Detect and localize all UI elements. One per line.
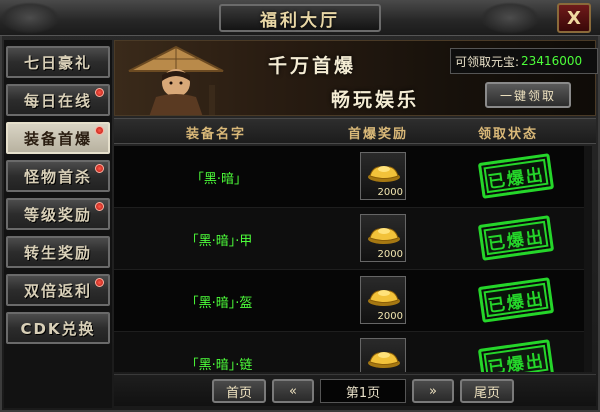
sidebar-item-label: CDK兑换 (20, 319, 96, 338)
sidebar-item-label: 双倍返利 (23, 281, 92, 300)
notification-dot-icon (95, 278, 104, 287)
close-button[interactable]: X (557, 3, 591, 33)
status-stamp: 已爆出 (477, 215, 555, 261)
table-row: 「黑·暗」·链 2000 已爆出 (114, 332, 592, 372)
warrior-portrait-icon (128, 45, 224, 115)
status-stamp: 已爆出 (477, 153, 555, 199)
gold-ingot-icon (368, 352, 400, 368)
reward-amount: 2000 (377, 311, 403, 322)
banner-slogan-2: 畅玩娱乐 (331, 89, 420, 111)
equipment-name: 「黑·暗」 (190, 172, 248, 187)
equipment-name: 「黑·暗」·链 (185, 358, 253, 372)
dragon-ornament-left-icon (0, 2, 60, 34)
reward-slot[interactable]: 2000 (360, 276, 406, 324)
gold-ingot-icon (368, 228, 400, 244)
equipment-name: 「黑·暗」·甲 (185, 234, 253, 249)
sidebar-item-label: 等级奖励 (23, 205, 92, 224)
yuanbao-value: 23416000 (521, 54, 583, 68)
sidebar-item-label: 七日豪礼 (23, 53, 92, 72)
reward-slot[interactable]: 2000 (360, 338, 406, 372)
yuanbao-label: 可领取元宝: (455, 54, 520, 69)
notification-dot-icon (95, 164, 104, 173)
gold-ingot-icon (368, 166, 400, 182)
sidebar-item-label: 转生奖励 (23, 243, 92, 262)
prev-page-button[interactable]: « (272, 379, 314, 403)
sidebar-item-daily-online[interactable]: 每日在线 (6, 84, 110, 116)
notification-dot-icon (95, 126, 104, 135)
banner-slogan-1: 千万首爆 (268, 55, 357, 77)
sidebar-item-label: 每日在线 (23, 91, 92, 110)
equipment-name: 「黑·暗」·盔 (185, 296, 253, 311)
sidebar: 七日豪礼 每日在线 装备首爆 怪物首杀 等级奖励 转生奖励 双倍返利 CDK兑换 (4, 40, 112, 408)
window-title: 福利大厅 (219, 4, 381, 32)
column-header-first-drop-reward: 首爆奖励 (348, 127, 409, 142)
reward-amount: 2000 (377, 249, 403, 260)
reward-amount: 2000 (377, 187, 403, 198)
title-bar: 福利大厅 X (0, 0, 600, 36)
table-row: 「黑·暗」·甲 2000 已爆出 (114, 208, 592, 270)
sidebar-item-equipment-first-drop[interactable]: 装备首爆 (6, 122, 110, 154)
sidebar-item-seven-day-gift[interactable]: 七日豪礼 (6, 46, 110, 78)
table-row: 「黑·暗」·盔 2000 已爆出 (114, 270, 592, 332)
table-row: 「黑·暗」 2000 已爆出 (114, 146, 592, 208)
table-header: 装备名字 首爆奖励 领取状态 (114, 118, 596, 144)
current-page-indicator: 第1页 (320, 379, 406, 403)
column-header-claim-status: 领取状态 (478, 127, 539, 142)
sidebar-item-label: 怪物首杀 (23, 167, 92, 186)
status-stamp: 已爆出 (477, 339, 555, 372)
sidebar-item-rebirth-reward[interactable]: 转生奖励 (6, 236, 110, 268)
notification-dot-icon (95, 202, 104, 211)
notification-dot-icon (95, 88, 104, 97)
claim-all-button[interactable]: 一键领取 (485, 82, 571, 108)
reward-slot[interactable]: 2000 (360, 152, 406, 200)
sidebar-item-level-reward[interactable]: 等级奖励 (6, 198, 110, 230)
status-stamp: 已爆出 (477, 277, 555, 323)
next-page-button[interactable]: » (412, 379, 454, 403)
reward-list-scrollbar[interactable] (584, 146, 592, 372)
pagination: 首页 « 第1页 » 尾页 (114, 374, 596, 406)
sidebar-item-monster-first-kill[interactable]: 怪物首杀 (6, 160, 110, 192)
reward-list: 「黑·暗」 2000 已爆出 「黑·暗」·甲 2000 已爆出 「黑·暗」·盔 (114, 146, 592, 372)
sidebar-item-cdk-redeem[interactable]: CDK兑换 (6, 312, 110, 344)
reward-slot[interactable]: 2000 (360, 214, 406, 262)
gold-ingot-icon (368, 290, 400, 306)
sidebar-item-double-rebate[interactable]: 双倍返利 (6, 274, 110, 306)
sidebar-item-label: 装备首爆 (23, 129, 92, 148)
column-header-equipment-name: 装备名字 (186, 127, 247, 142)
first-page-button[interactable]: 首页 (212, 379, 266, 403)
dragon-ornament-right-icon (480, 2, 540, 34)
claimable-yuanbao-display: 可领取元宝: 23416000 (450, 48, 598, 74)
last-page-button[interactable]: 尾页 (460, 379, 514, 403)
